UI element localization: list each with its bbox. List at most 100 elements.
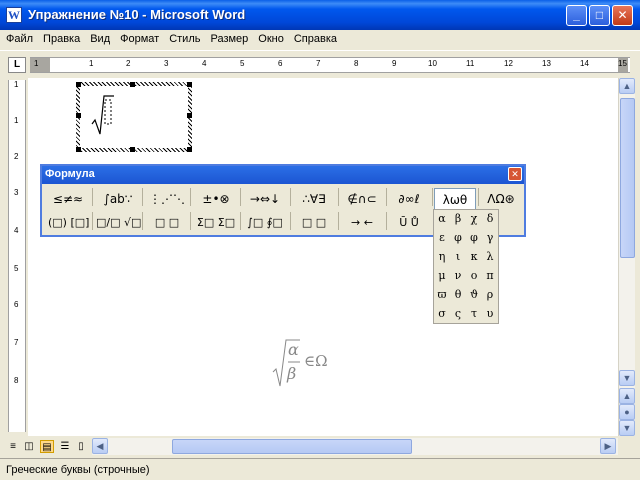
- resize-handle[interactable]: [76, 82, 81, 87]
- greek-letter-button[interactable]: ρ: [482, 286, 498, 304]
- vertical-scrollbar[interactable]: ▲ ▼ ▲ ● ▼: [618, 78, 635, 436]
- ruler-number: 2: [126, 59, 131, 68]
- menu-format[interactable]: Формат: [114, 30, 163, 45]
- fence-templates-button[interactable]: (□) [□]: [48, 212, 89, 234]
- ruler-number: 6: [278, 59, 283, 68]
- greek-letter-button[interactable]: η: [434, 248, 450, 266]
- resize-handle[interactable]: [187, 147, 192, 152]
- menu-file[interactable]: Файл: [0, 30, 37, 45]
- reading-view-icon[interactable]: ▯: [74, 440, 88, 453]
- sets-palette-button[interactable]: ∉∩⊂: [340, 188, 384, 210]
- equation-object[interactable]: [76, 82, 192, 152]
- greek-letter-button[interactable]: σ: [434, 305, 450, 323]
- greek-letter-button[interactable]: χ: [466, 210, 482, 228]
- arrows-palette-button[interactable]: →⇔↓: [242, 188, 288, 210]
- resize-handle[interactable]: [76, 113, 81, 118]
- vruler-number: 3: [14, 188, 19, 197]
- products-templates-button[interactable]: Ū Ů: [388, 212, 430, 234]
- formula-close-icon[interactable]: ✕: [508, 167, 522, 181]
- separator: [142, 188, 143, 206]
- menu-size[interactable]: Размер: [204, 30, 252, 45]
- ruler-number: 9: [392, 59, 397, 68]
- greek-letter-button[interactable]: λ: [482, 248, 498, 266]
- resize-handle[interactable]: [187, 82, 192, 87]
- ruler-number: 14: [580, 59, 589, 68]
- ruler-number: 1: [34, 59, 39, 68]
- separator: [92, 212, 93, 230]
- subscript-templates-button[interactable]: □ □: [146, 212, 188, 234]
- greek-letter-button[interactable]: δ: [482, 210, 498, 228]
- greek-uppercase-palette-button[interactable]: ΛΩ⊛: [480, 188, 522, 210]
- greek-letter-button[interactable]: α: [434, 210, 450, 228]
- title-bar: W Упражнение №10 - Microsoft Word _ □ ✕: [0, 0, 640, 30]
- resize-handle[interactable]: [76, 147, 81, 152]
- greek-letter-button[interactable]: κ: [466, 248, 482, 266]
- next-page-button[interactable]: ▼: [619, 420, 635, 436]
- greek-letter-button[interactable]: ο: [466, 267, 482, 285]
- vertical-ruler[interactable]: 1 1 2 3 4 5 6 7 8: [8, 80, 26, 432]
- greek-letter-button[interactable]: ς: [450, 305, 466, 323]
- horizontal-scrollbar[interactable]: ◀ ▶: [92, 438, 618, 455]
- labeled-arrow-templates-button[interactable]: → ←: [340, 212, 384, 234]
- menu-view[interactable]: Вид: [84, 30, 114, 45]
- greek-letter-button[interactable]: ϖ: [434, 286, 450, 304]
- operators-palette-button[interactable]: ±•⊗: [194, 188, 238, 210]
- separator: [190, 212, 191, 230]
- relations-palette-button[interactable]: ≤≠≈: [48, 188, 88, 210]
- greek-letter-button[interactable]: β: [450, 210, 466, 228]
- horizontal-ruler[interactable]: 1 1 2 3 4 5 6 7 8 9 10 11 12 13 14 15: [30, 57, 630, 73]
- spaces-palette-button[interactable]: ∫ab∵: [96, 188, 140, 210]
- greek-letter-button[interactable]: τ: [466, 305, 482, 323]
- scroll-up-button[interactable]: ▲: [619, 78, 635, 94]
- greek-letter-button[interactable]: υ: [482, 305, 498, 323]
- formula-toolbar-title[interactable]: Формула: [42, 166, 524, 184]
- web-view-icon[interactable]: ◫: [22, 440, 36, 453]
- menu-style[interactable]: Стиль: [163, 30, 204, 45]
- greek-letter-button[interactable]: φ: [450, 229, 466, 247]
- tab-selector[interactable]: L: [8, 57, 26, 73]
- close-button[interactable]: ✕: [612, 5, 633, 26]
- scroll-down-button[interactable]: ▼: [619, 370, 635, 386]
- minimize-button[interactable]: _: [566, 5, 587, 26]
- normal-view-icon[interactable]: ≡: [6, 440, 20, 453]
- resize-handle[interactable]: [130, 147, 135, 152]
- greek-letter-button[interactable]: ι: [450, 248, 466, 266]
- maximize-button[interactable]: □: [589, 5, 610, 26]
- scroll-left-button[interactable]: ◀: [92, 438, 108, 454]
- greek-letter-button[interactable]: φ: [466, 229, 482, 247]
- select-browse-object-button[interactable]: ●: [619, 404, 635, 420]
- menu-help[interactable]: Справка: [288, 30, 341, 45]
- greek-letter-button[interactable]: θ: [450, 286, 466, 304]
- ruler-number: 5: [240, 59, 245, 68]
- greek-lowercase-palette-button[interactable]: λωθ: [434, 188, 476, 210]
- greek-lowercase-palette[interactable]: α β χ δ ε φ φ γ η ι κ λ μ ν ο π ϖ θ ϑ ρ …: [433, 209, 499, 324]
- print-layout-view-icon[interactable]: ▤: [40, 440, 54, 453]
- greek-letter-button[interactable]: μ: [434, 267, 450, 285]
- scroll-right-button[interactable]: ▶: [600, 438, 616, 454]
- fraction-radical-templates-button[interactable]: □/□ √□: [96, 212, 141, 234]
- overbar-templates-button[interactable]: □ □: [292, 212, 336, 234]
- summation-templates-button[interactable]: Σ□ Σ□: [194, 212, 238, 234]
- greek-letter-button[interactable]: ε: [434, 229, 450, 247]
- embellishments-palette-button[interactable]: ⋮⋰⋱: [146, 188, 188, 210]
- rendered-equation[interactable]: α β ∈Ω: [270, 338, 340, 390]
- integral-templates-button[interactable]: ∫□ ∮□: [242, 212, 288, 234]
- misc-symbols-palette-button[interactable]: ∂∞ℓ: [388, 188, 430, 210]
- outline-view-icon[interactable]: ☰: [58, 440, 72, 453]
- word-app-icon[interactable]: W: [6, 7, 22, 23]
- equation-editing-area[interactable]: [80, 86, 188, 148]
- separator: [338, 188, 339, 206]
- horizontal-scroll-thumb[interactable]: [172, 439, 412, 454]
- greek-letter-button[interactable]: π: [482, 267, 498, 285]
- previous-page-button[interactable]: ▲: [619, 388, 635, 404]
- ruler-number: 7: [316, 59, 321, 68]
- menu-window[interactable]: Окно: [252, 30, 288, 45]
- greek-letter-button[interactable]: ϑ: [466, 286, 482, 304]
- menu-edit[interactable]: Правка: [37, 30, 84, 45]
- resize-handle[interactable]: [130, 82, 135, 87]
- resize-handle[interactable]: [187, 113, 192, 118]
- logic-palette-button[interactable]: ∴∀∃: [292, 188, 336, 210]
- greek-letter-button[interactable]: ν: [450, 267, 466, 285]
- vertical-scroll-thumb[interactable]: [620, 98, 635, 258]
- greek-letter-button[interactable]: γ: [482, 229, 498, 247]
